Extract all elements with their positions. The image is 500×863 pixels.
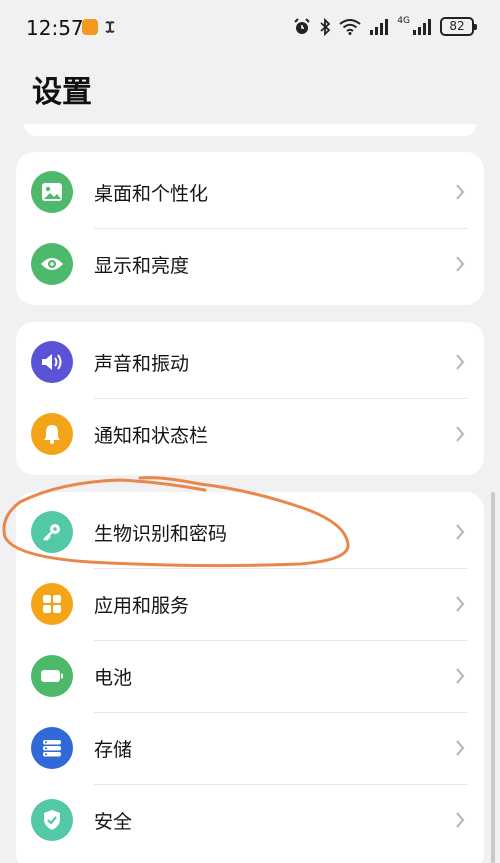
settings-item-biometrics[interactable]: 生物识别和密码 bbox=[16, 496, 484, 568]
signal-icon-2 bbox=[413, 18, 431, 35]
signal-icon bbox=[370, 18, 389, 35]
settings-item-security[interactable]: 安全 bbox=[16, 784, 484, 856]
chevron-right-icon bbox=[456, 812, 465, 828]
settings-item-label: 桌面和个性化 bbox=[94, 182, 209, 205]
apps-grid-icon bbox=[31, 583, 73, 625]
page-title: 设置 bbox=[32, 75, 92, 110]
settings-item-label: 声音和振动 bbox=[94, 352, 190, 375]
notification-icons bbox=[82, 19, 118, 35]
settings-item-storage[interactable]: 存储 bbox=[16, 712, 484, 784]
chevron-right-icon bbox=[456, 524, 465, 540]
settings-item-label: 存储 bbox=[94, 738, 133, 761]
link-notification-icon bbox=[105, 21, 115, 33]
alarm-icon bbox=[294, 17, 311, 34]
settings-item-display[interactable]: 显示和亮度 bbox=[16, 228, 484, 300]
settings-item-label: 显示和亮度 bbox=[94, 254, 190, 277]
settings-group-3: 生物识别和密码 应用和服务 电池 存储 安全 bbox=[16, 492, 484, 863]
settings-item-battery[interactable]: 电池 bbox=[16, 640, 484, 712]
status-time: 12:57 bbox=[26, 16, 84, 40]
settings-item-label: 应用和服务 bbox=[94, 594, 190, 617]
settings-group-1: 桌面和个性化 显示和亮度 bbox=[16, 152, 484, 305]
app-notification-icon bbox=[82, 19, 98, 35]
shield-icon bbox=[31, 799, 73, 841]
bluetooth-icon bbox=[320, 17, 331, 36]
wallpaper-icon bbox=[31, 171, 73, 213]
key-icon bbox=[31, 511, 73, 553]
settings-item-personalization[interactable]: 桌面和个性化 bbox=[16, 156, 484, 228]
settings-item-label: 安全 bbox=[94, 810, 133, 833]
previous-card-edge bbox=[24, 124, 476, 136]
settings-item-label: 通知和状态栏 bbox=[94, 424, 209, 447]
eye-icon bbox=[31, 243, 73, 285]
settings-item-notifications[interactable]: 通知和状态栏 bbox=[16, 398, 484, 470]
chevron-right-icon bbox=[456, 740, 465, 756]
settings-item-sound[interactable]: 声音和振动 bbox=[16, 326, 484, 398]
speaker-icon bbox=[31, 341, 73, 383]
status-bar: 12:57 4G 82 bbox=[0, 0, 500, 58]
battery-icon bbox=[31, 655, 73, 697]
chevron-right-icon bbox=[456, 354, 465, 370]
chevron-right-icon bbox=[456, 596, 465, 612]
settings-item-label: 生物识别和密码 bbox=[94, 522, 228, 545]
chevron-right-icon bbox=[456, 426, 465, 442]
settings-group-2: 声音和振动 通知和状态栏 bbox=[16, 322, 484, 475]
scrollbar[interactable] bbox=[491, 492, 495, 863]
network-type: 4G bbox=[397, 16, 410, 26]
chevron-right-icon bbox=[456, 668, 465, 684]
battery-indicator: 82 bbox=[440, 17, 477, 36]
storage-icon bbox=[31, 727, 73, 769]
wifi-icon bbox=[339, 18, 361, 35]
chevron-right-icon bbox=[456, 184, 465, 200]
settings-item-apps[interactable]: 应用和服务 bbox=[16, 568, 484, 640]
status-right: 4G 82 bbox=[293, 16, 477, 36]
chevron-right-icon bbox=[456, 256, 465, 272]
bell-icon bbox=[31, 413, 73, 455]
settings-item-label: 电池 bbox=[94, 666, 133, 689]
